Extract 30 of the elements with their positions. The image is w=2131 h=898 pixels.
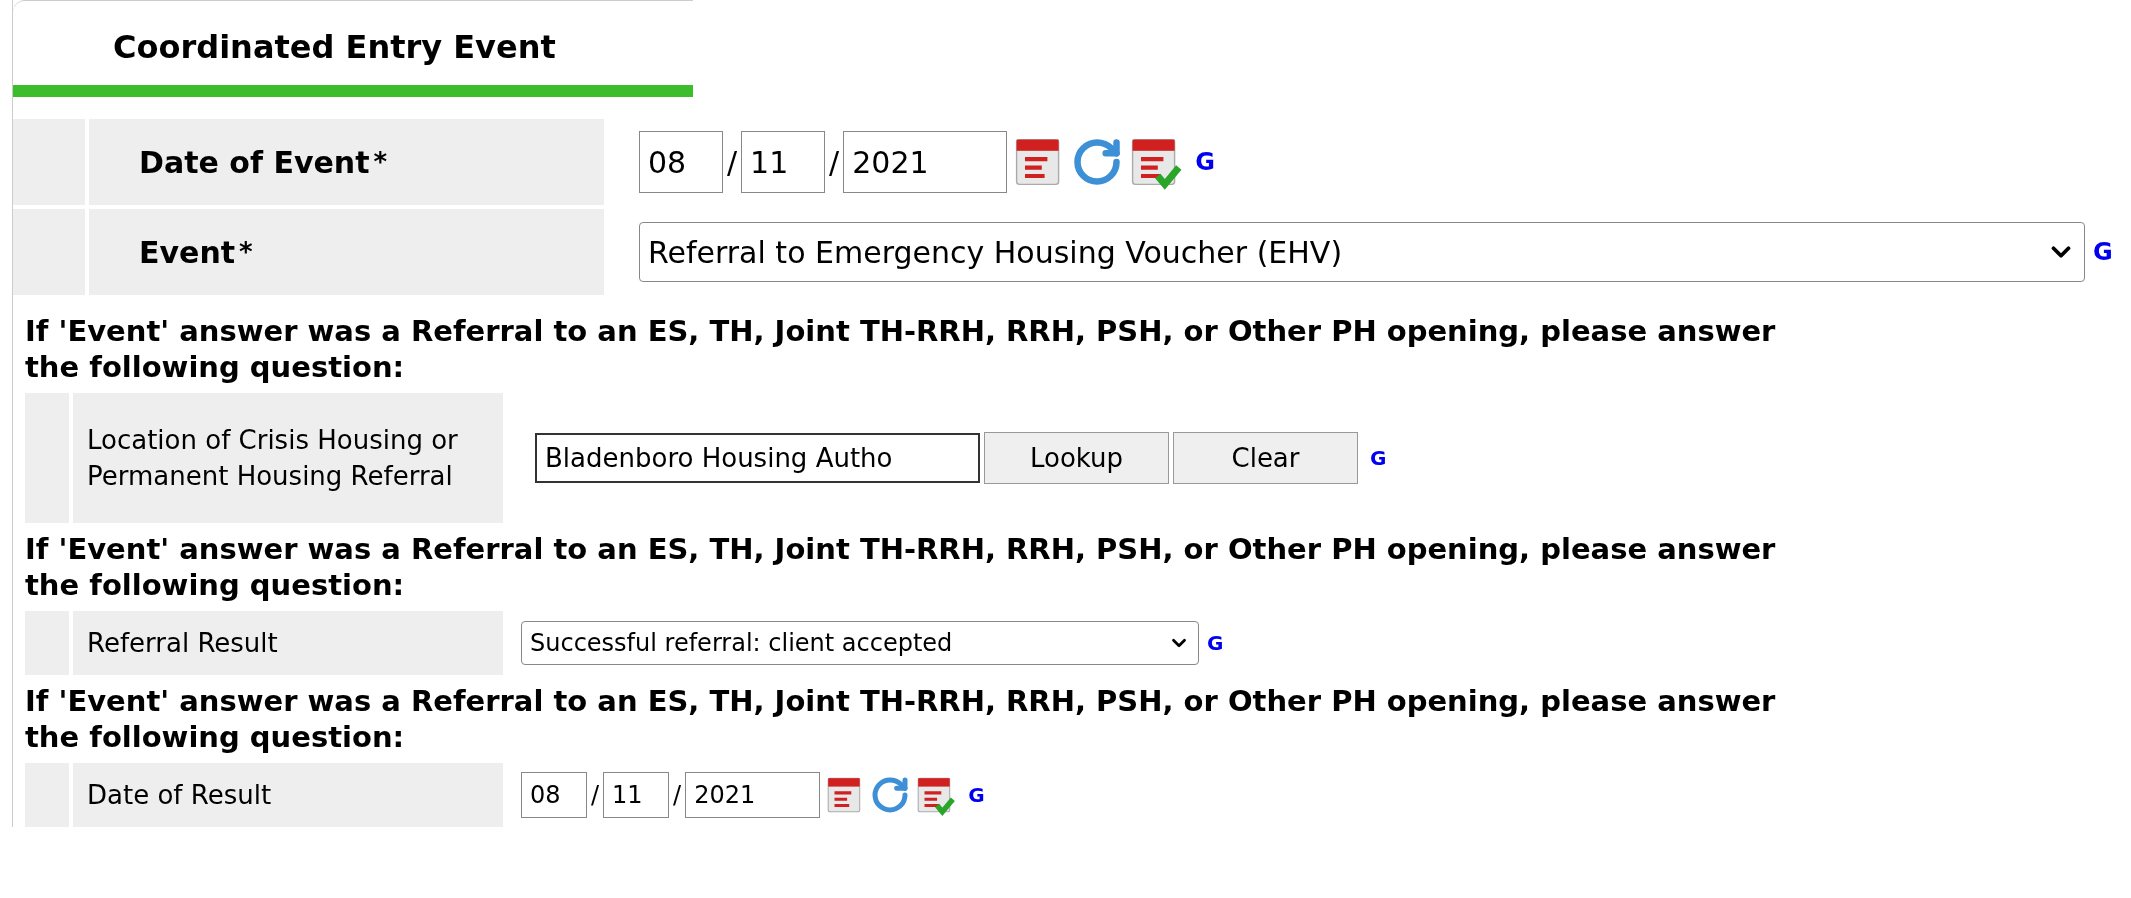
date-separator: / [673,780,682,811]
field-label: Date of Result [73,763,503,827]
help-link[interactable]: G [2093,234,2113,270]
date-separator: / [829,143,840,182]
refresh-icon[interactable] [870,775,911,815]
day-field[interactable]: 11 [603,772,670,818]
clear-button[interactable]: Clear [1173,432,1358,484]
help-link[interactable]: G [1207,628,1224,658]
help-link[interactable]: G [968,780,985,810]
month-field[interactable]: 08 [521,772,587,818]
year-field[interactable]: 2021 [685,772,821,818]
field-label: Date of Event* [89,119,604,205]
date-separator: / [591,780,600,811]
day-field[interactable]: 11 [741,131,826,193]
dropdown-field[interactable]: Successful referral: client accepted [521,621,1199,665]
section-title: Coordinated Entry Event [113,27,557,68]
help-link[interactable]: G [1195,144,1215,180]
dropdown-field[interactable]: Referral to Emergency Housing Voucher (EHV) [639,222,2085,282]
help-link[interactable]: G [1370,443,1387,473]
field-label: Referral Result [73,611,503,675]
location-field[interactable]: Bladenboro Housing Autho [535,433,980,483]
field-label: Location of Crisis Housing or Permanent Housing Referral [73,393,503,523]
year-field[interactable]: 2021 [843,131,1008,193]
instruction-text: If 'Event' answer was a Referral to an ES, TH, Joint TH-RRH, RRH, PSH, or Other PH opening, please answer the following question: [25,683,1777,755]
instruction-text: If 'Event' answer was a Referral to an ES, TH, Joint TH-RRH, RRH, PSH, or Other PH opening, please answer the following question: [25,313,1777,385]
instruction-text: If 'Event' answer was a Referral to an ES, TH, Joint TH-RRH, RRH, PSH, or Other PH opening, please answer the following question: [25,531,1777,603]
field-label: Event* [89,209,604,295]
lookup-button[interactable]: Lookup [984,432,1169,484]
date-separator: / [727,143,738,182]
month-field[interactable]: 08 [639,131,723,193]
